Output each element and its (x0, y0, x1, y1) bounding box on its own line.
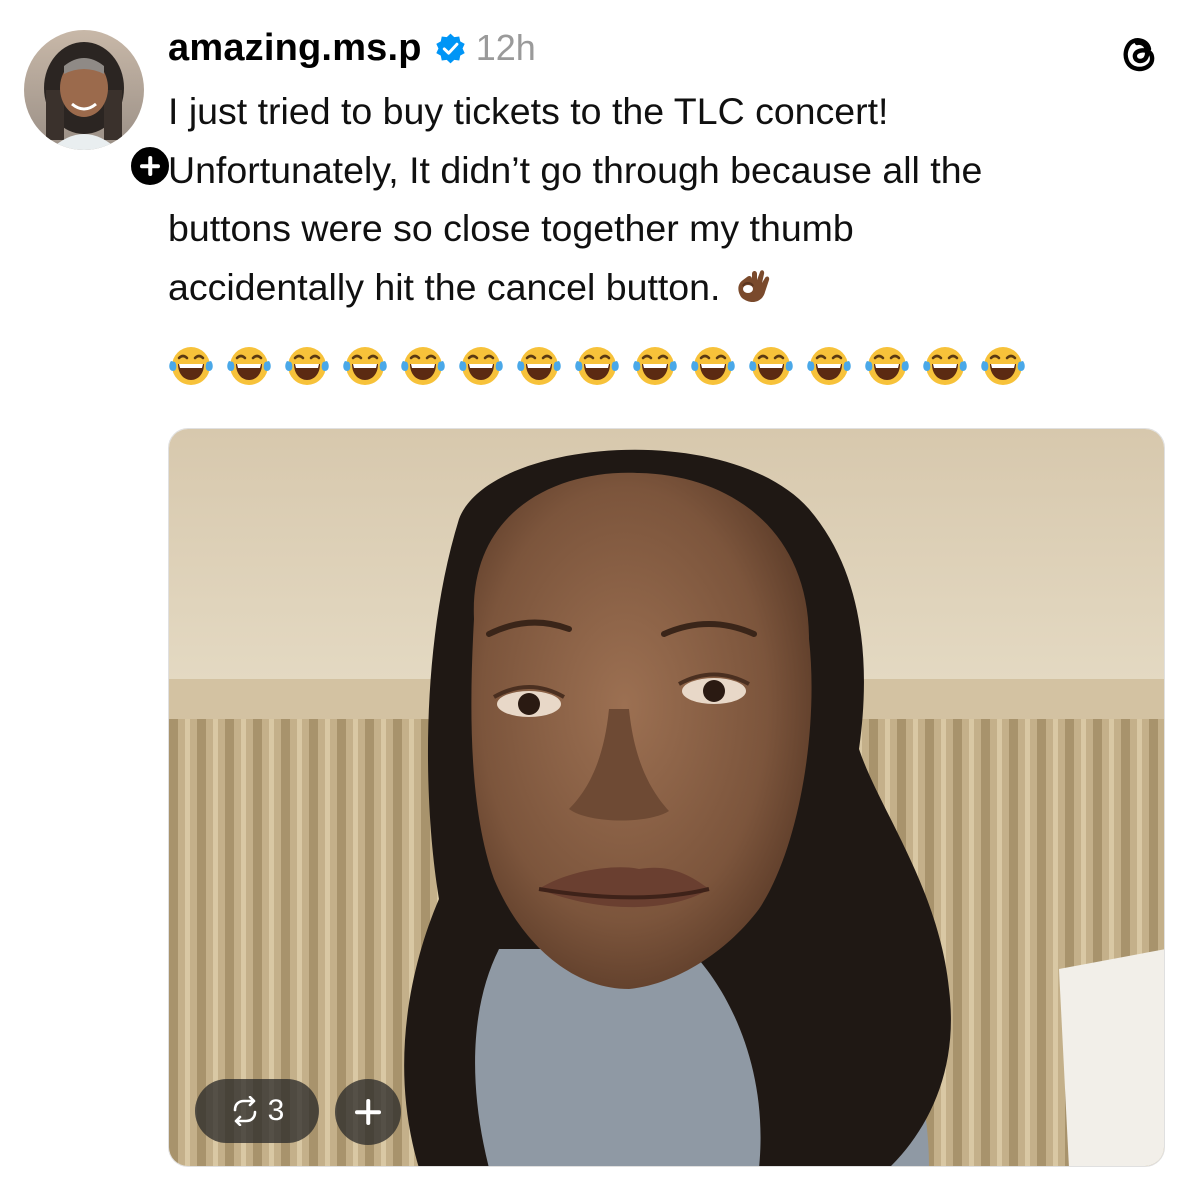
repost-count: 3 (267, 1094, 285, 1127)
laughing-emoji-icon (227, 347, 271, 385)
laughing-emoji-icon (865, 347, 909, 385)
laughing-emoji-icon (807, 347, 851, 385)
author-avatar-wrap[interactable] (24, 30, 174, 190)
threads-logo-icon[interactable] (1114, 28, 1164, 78)
laughing-emoji-icon (923, 347, 967, 385)
add-button[interactable] (335, 1079, 401, 1145)
post-text-line: I just tried to buy tickets to the TLC c… (168, 90, 889, 132)
post-header: amazing.ms.p 12h (168, 24, 536, 72)
photo (169, 429, 1164, 1166)
laughing-emoji-icon (459, 347, 503, 385)
laughing-emoji-icon (633, 347, 677, 385)
laughing-emoji-icon (575, 347, 619, 385)
repost-icon (233, 1096, 256, 1126)
laughing-emoji-icon (285, 347, 329, 385)
post-text-line: accidentally hit the cancel button. (168, 265, 721, 308)
post-text-line: buttons were so close together my thumb (168, 207, 854, 250)
follow-plus-icon[interactable] (126, 142, 174, 190)
post-text: I just tried to buy tickets to the TLC c… (168, 82, 1158, 316)
timestamp: 12h (475, 27, 536, 68)
laughing-emoji-icon (401, 347, 445, 385)
laugh-emoji-row (168, 343, 1038, 389)
post-text-line-last: accidentally hit the cancel button. (168, 258, 1158, 317)
avatar[interactable] (24, 30, 144, 150)
laughing-emoji-icon (981, 347, 1025, 385)
post-text-line: Unfortunately, It didn’t go through beca… (168, 148, 983, 191)
repost-count-button[interactable]: 3 (195, 1079, 319, 1143)
laughing-emoji-icon (749, 347, 793, 385)
laughing-emoji-icon (691, 347, 735, 385)
post-image[interactable]: 3 (168, 428, 1165, 1167)
ok-hand-emoji-icon (738, 270, 770, 302)
laughing-emoji-icon (343, 347, 387, 385)
username[interactable]: amazing.ms.p (168, 27, 422, 70)
verified-badge-icon (435, 33, 465, 63)
laughing-emoji-icon (169, 347, 213, 385)
laughing-emoji-icon (517, 347, 561, 385)
